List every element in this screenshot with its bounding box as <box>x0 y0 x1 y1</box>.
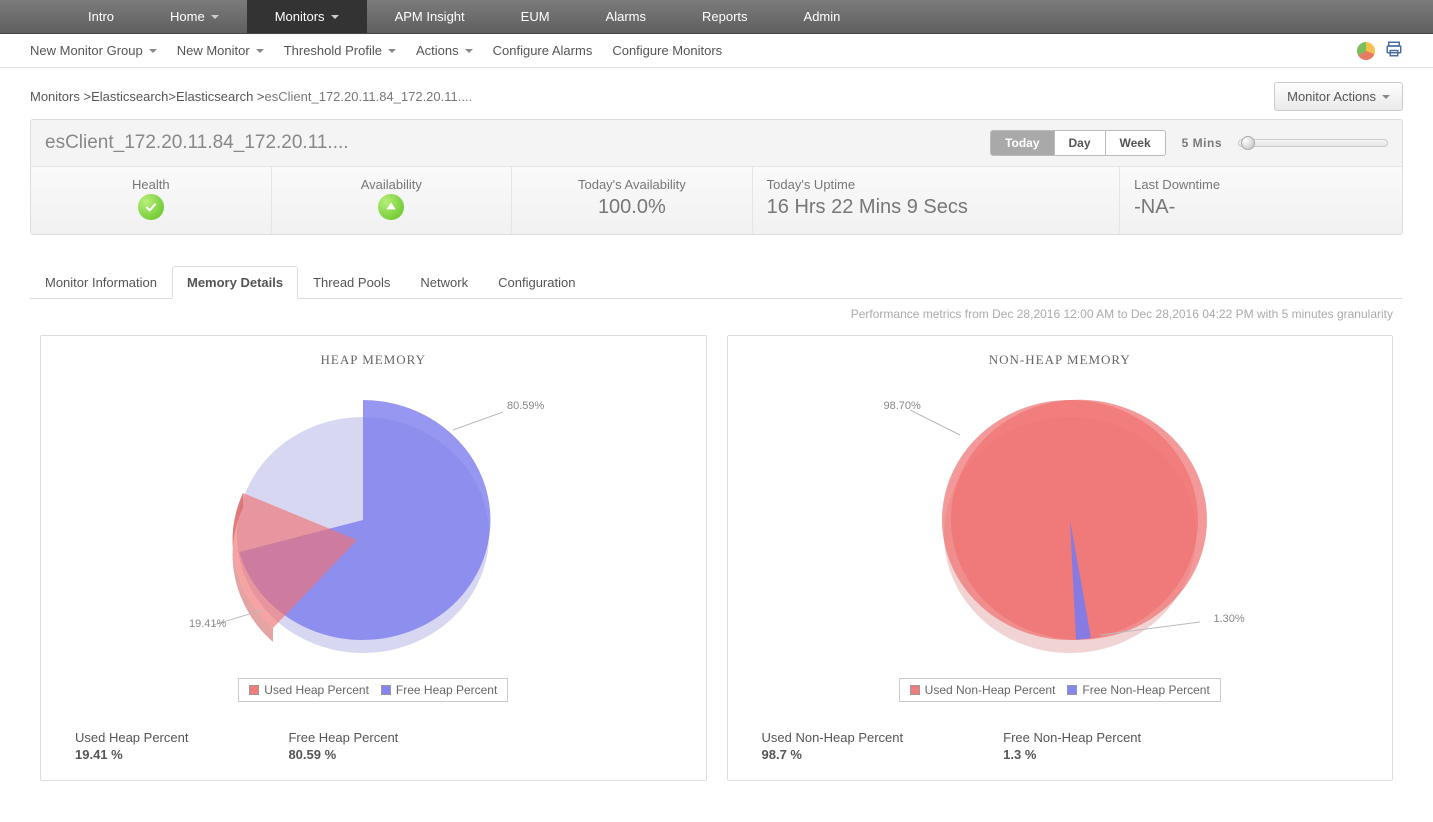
print-icon[interactable] <box>1385 40 1403 61</box>
nav-apm-insight[interactable]: APM Insight <box>367 0 493 33</box>
slider-knob[interactable] <box>1241 136 1255 150</box>
time-range-segments: Today Day Week <box>990 130 1166 156</box>
heap-free-label: 80.59% <box>507 400 544 412</box>
toolbar: New Monitor Group New Monitor Threshold … <box>0 34 1433 68</box>
status-last-downtime: Last Downtime -NA- <box>1119 167 1402 234</box>
seg-day[interactable]: Day <box>1054 131 1105 155</box>
breadcrumb: Monitors >Elasticsearch>Elasticsearch >e… <box>30 89 472 104</box>
crumb-monitors[interactable]: Monitors <box>30 89 80 104</box>
nonheap-used-label: 98.70% <box>884 400 921 412</box>
chevron-down-icon <box>465 49 473 53</box>
status-today-availability: Today's Availability 100.0% <box>511 167 752 234</box>
nonheap-free-summary: Free Non-Heap Percent 1.3 % <box>1003 730 1141 762</box>
swatch-icon <box>249 685 259 695</box>
panel-title: HEAP MEMORY <box>59 352 688 368</box>
status-today-uptime: Today's Uptime 16 Hrs 22 Mins 9 Secs <box>752 167 1119 234</box>
monitor-actions-button[interactable]: Monitor Actions <box>1274 82 1403 111</box>
btn-new-monitor[interactable]: New Monitor <box>177 43 264 58</box>
chevron-down-icon <box>256 49 264 53</box>
nonheap-pie-chart: 98.70% 1.30% <box>746 380 1375 670</box>
today-uptime-value: 16 Hrs 22 Mins 9 Secs <box>767 196 1105 219</box>
today-availability-value: 100.0% <box>526 196 738 219</box>
crumb-current: esClient_172.20.11.84_172.20.11.... <box>265 89 473 104</box>
btn-threshold-profile[interactable]: Threshold Profile <box>284 43 396 58</box>
nav-home[interactable]: Home <box>142 0 247 33</box>
status-row: Health Availability Today's Availability… <box>31 167 1402 234</box>
chevron-down-icon <box>211 15 219 19</box>
detail-tabs: Monitor Information Memory Details Threa… <box>30 265 1403 299</box>
chevron-down-icon <box>1382 95 1390 99</box>
tab-memory-details[interactable]: Memory Details <box>172 266 298 299</box>
nonheap-free-label: 1.30% <box>1214 613 1245 625</box>
health-ok-icon <box>138 194 164 220</box>
crumb-elasticsearch-1[interactable]: Elasticsearch <box>91 89 168 104</box>
top-nav: Intro Home Monitors APM Insight EUM Alar… <box>0 0 1433 34</box>
seg-week[interactable]: Week <box>1105 131 1165 155</box>
nav-admin[interactable]: Admin <box>776 0 869 33</box>
panel-title: NON-HEAP MEMORY <box>746 352 1375 368</box>
heap-used-label: 19.41% <box>189 618 226 630</box>
panel-heap-memory: HEAP MEMORY 80.59% 19.41 <box>40 335 707 781</box>
heap-legend: Used Heap Percent Free Heap Percent <box>238 678 508 702</box>
interval-label: 5 Mins <box>1182 136 1222 150</box>
status-health: Health <box>31 167 271 234</box>
tab-configuration[interactable]: Configuration <box>483 266 590 299</box>
nav-reports[interactable]: Reports <box>674 0 776 33</box>
tab-network[interactable]: Network <box>405 266 483 299</box>
tab-monitor-information[interactable]: Monitor Information <box>30 266 172 299</box>
nav-eum[interactable]: EUM <box>493 0 578 33</box>
btn-configure-monitors[interactable]: Configure Monitors <box>612 43 722 58</box>
btn-actions[interactable]: Actions <box>416 43 473 58</box>
nav-alarms[interactable]: Alarms <box>578 0 674 33</box>
heap-free-summary: Free Heap Percent 80.59 % <box>288 730 398 762</box>
status-availability: Availability <box>271 167 512 234</box>
crumb-elasticsearch-2[interactable]: Elasticsearch <box>176 89 253 104</box>
swatch-icon <box>910 685 920 695</box>
panel-nonheap-memory: NON-HEAP MEMORY 98.70% 1.30% Used Non-He… <box>727 335 1394 781</box>
chevron-down-icon <box>388 49 396 53</box>
swatch-icon <box>381 685 391 695</box>
chart-icon[interactable] <box>1357 42 1375 60</box>
heap-used-summary: Used Heap Percent 19.41 % <box>75 730 188 762</box>
heap-pie-chart: 80.59% 19.41% <box>59 380 688 670</box>
nonheap-legend: Used Non-Heap Percent Free Non-Heap Perc… <box>899 678 1221 702</box>
btn-new-monitor-group[interactable]: New Monitor Group <box>30 43 157 58</box>
chevron-down-icon <box>149 49 157 53</box>
tab-thread-pools[interactable]: Thread Pools <box>298 266 405 299</box>
page-title: esClient_172.20.11.84_172.20.11.... <box>45 132 974 154</box>
chevron-down-icon <box>331 15 339 19</box>
interval-slider[interactable] <box>1238 139 1388 147</box>
title-panel: esClient_172.20.11.84_172.20.11.... Toda… <box>30 119 1403 235</box>
seg-today[interactable]: Today <box>991 131 1053 155</box>
nav-intro[interactable]: Intro <box>60 0 142 33</box>
nav-monitors[interactable]: Monitors <box>247 0 367 33</box>
availability-up-icon <box>378 194 404 220</box>
btn-configure-alarms[interactable]: Configure Alarms <box>493 43 593 58</box>
last-downtime-value: -NA- <box>1134 196 1388 219</box>
nonheap-used-summary: Used Non-Heap Percent 98.7 % <box>762 730 904 762</box>
metrics-timerange-note: Performance metrics from Dec 28,2016 12:… <box>0 299 1433 321</box>
swatch-icon <box>1067 685 1077 695</box>
